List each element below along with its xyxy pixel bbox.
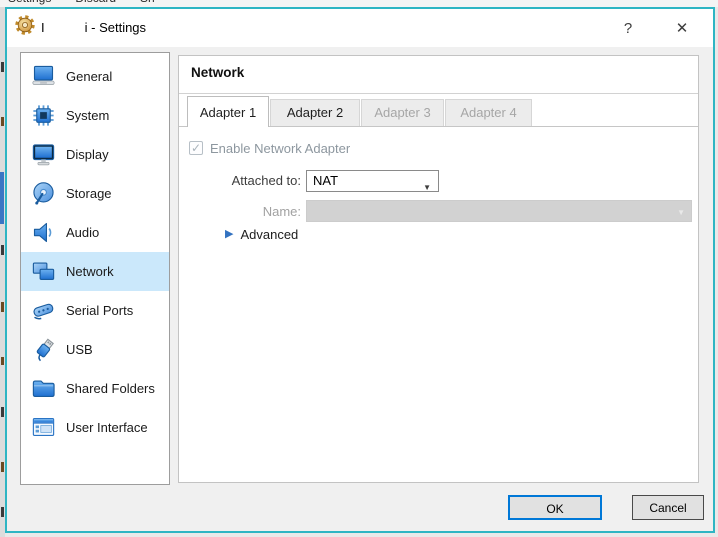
tab-adapter-3: Adapter 3 bbox=[361, 99, 444, 126]
sidebar-item-system[interactable]: System bbox=[21, 96, 169, 135]
sidebar-item-user-interface[interactable]: User Interface bbox=[21, 408, 169, 447]
ok-button[interactable]: OK bbox=[508, 495, 602, 520]
name-label: Name: bbox=[262, 204, 301, 219]
shared-folders-icon bbox=[30, 375, 57, 402]
background-toolbar-discard: Discard bbox=[75, 0, 116, 5]
sidebar-item-label: Serial Ports bbox=[66, 303, 134, 318]
sidebar-item-general[interactable]: General bbox=[21, 57, 169, 96]
network-icon bbox=[30, 258, 57, 285]
sidebar-item-label: Network bbox=[66, 264, 114, 279]
sidebar-item-display[interactable]: Display bbox=[21, 135, 169, 174]
sidebar-item-shared-folders[interactable]: Shared Folders bbox=[21, 369, 169, 408]
titlebar: Ii - Settings ? ✕ bbox=[7, 9, 713, 47]
chevron-down-icon: ▼ bbox=[677, 208, 685, 217]
enable-network-adapter-label: Enable Network Adapter bbox=[210, 141, 351, 156]
sidebar-item-label: Storage bbox=[66, 186, 112, 201]
audio-icon bbox=[30, 219, 57, 246]
advanced-label: Advanced bbox=[240, 227, 299, 242]
sidebar-item-usb[interactable]: USB bbox=[21, 330, 169, 369]
sidebar-item-label: Audio bbox=[66, 225, 100, 240]
tab-adapter-1[interactable]: Adapter 1 bbox=[187, 96, 269, 127]
settings-category-list: General System Display Storage Audio Net… bbox=[20, 52, 170, 485]
background-toolbar-show: Sh bbox=[140, 0, 155, 5]
sidebar-item-label: Shared Folders bbox=[66, 381, 155, 396]
sidebar-item-label: USB bbox=[66, 342, 93, 357]
page-title: Network bbox=[191, 65, 245, 80]
usb-icon bbox=[30, 336, 57, 363]
tab-adapter-4: Adapter 4 bbox=[445, 99, 532, 126]
heading-separator bbox=[179, 93, 698, 94]
user-interface-icon bbox=[30, 414, 57, 441]
close-button[interactable]: ✕ bbox=[660, 9, 704, 47]
chevron-down-icon: ▼ bbox=[423, 183, 431, 192]
check-icon: ✓ bbox=[190, 141, 202, 155]
sidebar-item-label: General bbox=[66, 69, 113, 84]
window-title: Ii - Settings bbox=[41, 20, 147, 35]
cancel-button[interactable]: Cancel bbox=[632, 495, 704, 520]
sidebar-item-label: Display bbox=[66, 147, 109, 162]
sidebar-item-network[interactable]: Network bbox=[21, 252, 169, 291]
network-settings-panel: Network Adapter 1 Adapter 2 Adapter 3 Ad… bbox=[178, 55, 699, 483]
general-icon bbox=[30, 63, 57, 90]
expand-arrow-icon: ▶ bbox=[225, 228, 234, 240]
attached-to-value: NAT bbox=[313, 173, 339, 188]
background-toolbar-fragment: Settings Discard Sh bbox=[0, 0, 718, 7]
name-select: ▼ bbox=[306, 200, 692, 222]
help-button[interactable]: ? bbox=[608, 9, 648, 47]
sidebar-item-audio[interactable]: Audio bbox=[21, 213, 169, 252]
storage-icon bbox=[30, 180, 57, 207]
system-icon bbox=[30, 102, 57, 129]
settings-dialog: Ii - Settings ? ✕ General System Display bbox=[5, 7, 715, 533]
sidebar-item-label: System bbox=[66, 108, 110, 123]
advanced-toggle[interactable]: ▶ Advanced bbox=[225, 227, 298, 242]
background-toolbar-settings: Settings bbox=[8, 0, 51, 5]
sidebar-item-label: User Interface bbox=[66, 420, 148, 435]
attached-to-select[interactable]: NAT ▼ bbox=[306, 170, 439, 192]
display-icon bbox=[30, 141, 57, 168]
serial-ports-icon bbox=[30, 297, 57, 324]
settings-gear-icon bbox=[15, 15, 35, 35]
attached-to-label: Attached to: bbox=[231, 173, 301, 188]
enable-network-adapter-checkbox: ✓ bbox=[189, 141, 203, 155]
sidebar-item-serial-ports[interactable]: Serial Ports bbox=[21, 291, 169, 330]
tab-adapter-2[interactable]: Adapter 2 bbox=[270, 99, 360, 126]
sidebar-item-storage[interactable]: Storage bbox=[21, 174, 169, 213]
